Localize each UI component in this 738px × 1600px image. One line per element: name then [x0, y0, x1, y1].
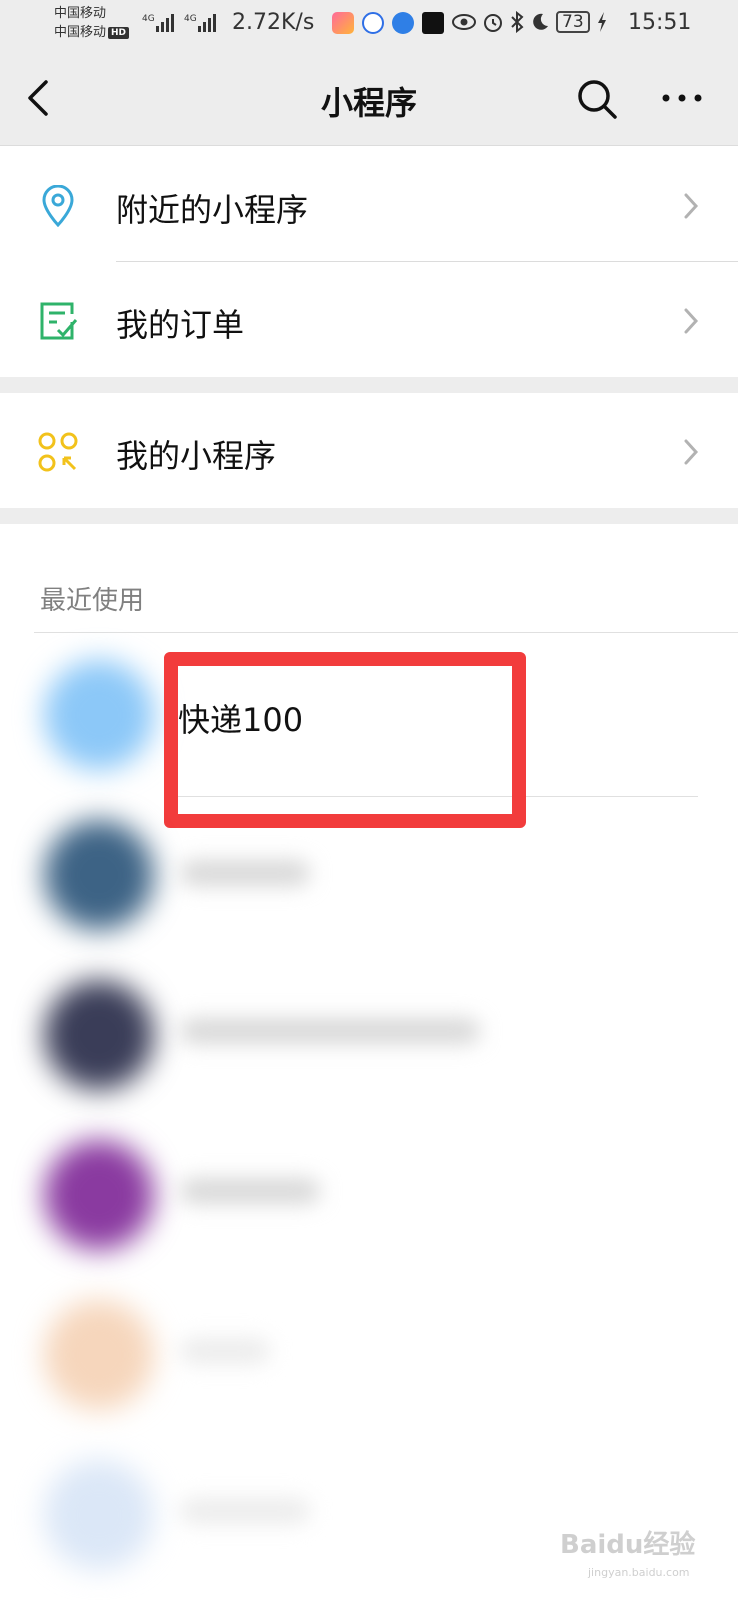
nav-bar: 小程序 — [0, 50, 738, 146]
bluetooth-icon — [511, 11, 524, 33]
charging-icon — [597, 12, 606, 32]
list-item[interactable] — [0, 960, 738, 1120]
tiktok-notification-icon — [422, 12, 444, 34]
system-icons: 73 — [452, 11, 608, 33]
menu-item-label: 我的订单 — [116, 306, 245, 344]
avatar — [44, 980, 154, 1090]
search-icon[interactable] — [576, 78, 618, 120]
app-notification-icon — [332, 12, 354, 34]
chevron-right-icon — [684, 308, 699, 334]
menu-item-label: 附近的小程序 — [116, 191, 309, 229]
svg-text:4G: 4G — [142, 14, 155, 24]
page-title: 小程序 — [320, 84, 417, 122]
hd-badge: HD — [108, 26, 130, 39]
baidu-notification-icon — [362, 12, 384, 34]
menu-item-orders[interactable]: 我的订单 — [0, 262, 738, 377]
blurred-text — [180, 1498, 310, 1524]
avatar — [44, 1460, 154, 1570]
eye-icon — [452, 14, 476, 30]
my-programs-icon — [38, 432, 78, 472]
more-icon[interactable] — [660, 90, 704, 106]
battery-level: 73 — [556, 11, 590, 33]
status-bar: 中国移动 中国移动 HD 4G 4G 2.72K/s 73 15:51 — [0, 0, 738, 50]
moon-icon — [533, 13, 548, 30]
list-item[interactable] — [0, 1120, 738, 1280]
alarm-icon — [484, 14, 502, 32]
menu-group-2: 我的小程序 — [0, 393, 738, 508]
signal-icon-2: 4G — [184, 14, 216, 32]
section-gap — [0, 377, 738, 393]
menu-item-label: 我的小程序 — [116, 437, 277, 475]
watermark-url: jingyan.baidu.com — [588, 1566, 690, 1579]
avatar — [44, 660, 154, 770]
notification-icons — [332, 12, 444, 34]
signal-icon: 4G — [142, 14, 174, 32]
recent-header: 最近使用 — [40, 586, 145, 616]
carrier-info: 中国移动 中国移动 HD — [54, 4, 130, 42]
menu-item-nearby[interactable]: 附近的小程序 — [0, 147, 738, 262]
browser-notification-icon — [392, 12, 414, 34]
blurred-text — [180, 1338, 270, 1364]
section-gap — [0, 508, 738, 524]
clock: 15:51 — [628, 10, 692, 35]
avatar — [44, 820, 154, 930]
carrier-2: 中国移动 — [54, 25, 107, 40]
avatar — [44, 1300, 154, 1410]
divider — [34, 632, 738, 633]
blurred-text — [180, 1178, 320, 1204]
chevron-right-icon — [684, 439, 699, 465]
carrier-1: 中国移动 — [54, 6, 107, 21]
chevron-right-icon — [684, 193, 699, 219]
list-item[interactable] — [0, 800, 738, 960]
list-item[interactable] — [0, 1280, 738, 1440]
blurred-text — [180, 1018, 480, 1044]
order-list-icon — [40, 302, 78, 340]
watermark: Baidu经验 — [560, 1530, 696, 1560]
location-pin-icon — [42, 185, 74, 227]
avatar — [44, 1140, 154, 1250]
blurred-text — [180, 860, 310, 886]
network-speed: 2.72K/s — [232, 10, 315, 35]
menu-item-my-programs[interactable]: 我的小程序 — [0, 393, 738, 508]
menu-group-1: 附近的小程序 我的订单 — [0, 147, 738, 377]
svg-text:4G: 4G — [184, 14, 197, 24]
